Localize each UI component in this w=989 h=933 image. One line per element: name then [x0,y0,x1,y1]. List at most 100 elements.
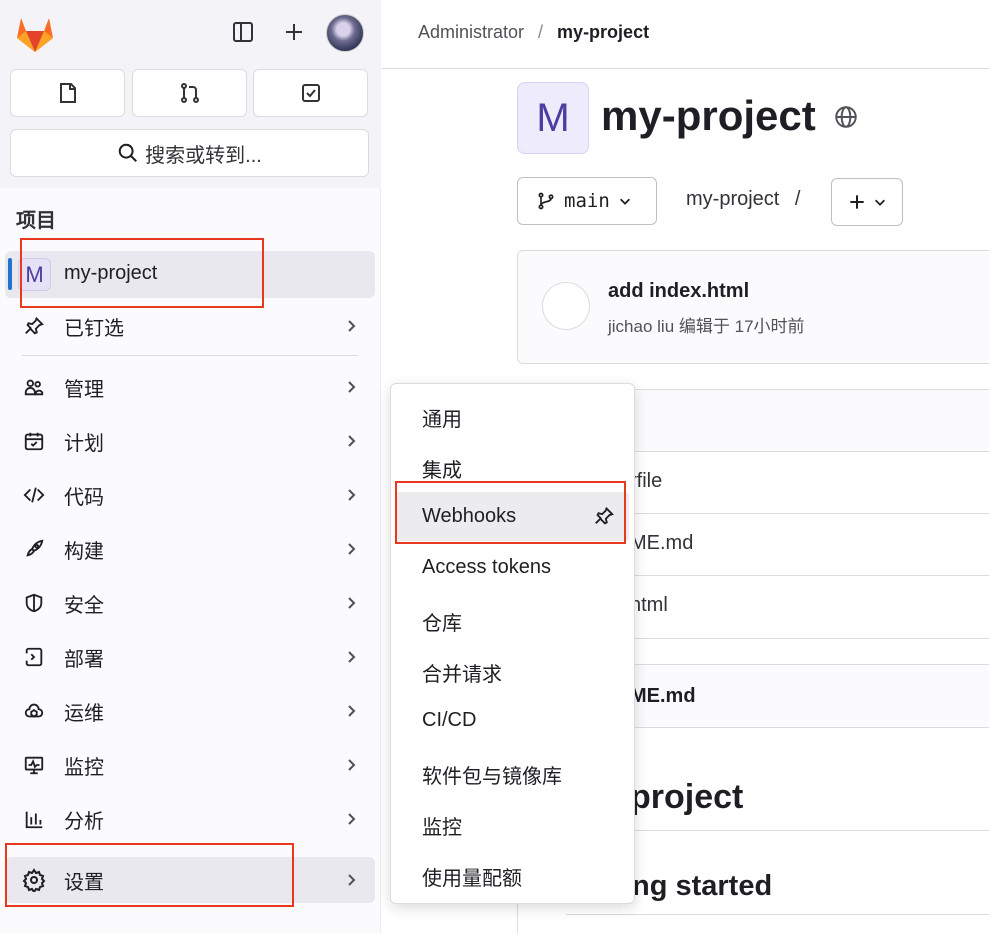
chevron-right-icon [348,813,356,825]
repo-path: my-project / [686,188,800,211]
highlight-box-settings [5,843,294,907]
sidebar-item-label: 安全 [64,594,104,617]
sidebar-item-label: 管理 [64,378,104,401]
breadcrumb-parent[interactable]: Administrator [418,22,524,42]
chevron-down-icon [875,199,885,206]
search-button[interactable]: 搜索或转到... [10,129,369,177]
sidebar: 搜索或转到... 项目 M my-project 已钉选 管理 计划 代码 构建… [0,0,381,933]
cloud-icon [21,698,47,724]
chevron-right-icon [348,597,356,609]
menu-item-ci-cd[interactable]: CI/CD [396,696,629,745]
menu-item-label: 通用 [422,409,462,431]
create-new-icon[interactable] [278,16,310,48]
sidebar-item-label: 运维 [64,702,104,725]
chevron-down-icon [619,198,630,205]
breadcrumb: Administrator / my-project [418,22,649,43]
commit-time: 编辑于 17小时前 [678,317,805,336]
sidebar-item-analyze[interactable]: 分析 [5,796,375,842]
gitlab-logo-icon[interactable] [14,14,56,54]
sidebar-item-operate[interactable]: 运维 [5,688,375,734]
menu-item-repository[interactable]: 仓库 [396,594,629,643]
file-name[interactable]: ME.md [630,532,693,555]
commit-title[interactable]: add index.html [608,280,749,303]
sidebar-item-label: 计划 [64,432,104,455]
menu-item-packages-registries[interactable]: 软件包与镜像库 [396,747,629,796]
menu-item-label: 使用量配额 [422,868,522,890]
header-divider [382,68,989,69]
sidebar-toggle-icon[interactable] [227,16,259,48]
breadcrumb-current[interactable]: my-project [557,22,649,42]
settings-flyout-menu: 通用 集成 Webhooks Access tokens 仓库 合并请求 CI/… [390,383,635,904]
chevron-right-icon [348,489,356,501]
todos-button[interactable] [253,69,368,117]
menu-item-access-tokens[interactable]: Access tokens [396,543,629,592]
sidebar-item-security[interactable]: 安全 [5,580,375,626]
sidebar-item-code[interactable]: 代码 [5,472,375,518]
breadcrumb-separator: / [538,22,544,42]
repo-path-name[interactable]: my-project [686,188,779,210]
issues-icon [59,83,76,103]
divider [22,355,358,356]
menu-item-label: 软件包与镜像库 [422,766,562,788]
divider [566,914,989,915]
commit-author[interactable]: jichao liu [608,317,674,336]
todo-check-icon [301,84,320,102]
chevron-right-icon [348,874,356,886]
menu-item-merge-requests[interactable]: 合并请求 [396,645,629,694]
merge-requests-button[interactable] [132,69,247,117]
search-icon [118,143,138,162]
active-marker [8,258,12,290]
plus-icon [850,195,864,209]
pin-icon [21,313,47,339]
monitor-icon [21,752,47,778]
sidebar-item-manage[interactable]: 管理 [5,364,375,410]
highlight-box-webhooks [395,481,626,544]
sidebar-item-deploy[interactable]: 部署 [5,634,375,680]
menu-item-label: CI/CD [422,709,477,731]
menu-item-label: 监控 [422,817,462,839]
menu-item-label: 仓库 [422,613,462,635]
chevron-right-icon [348,705,356,717]
menu-item-label: Access tokens [422,556,551,578]
sidebar-item-label: 分析 [64,810,104,833]
sidebar-item-label: 代码 [64,486,104,509]
rocket-icon [21,536,47,562]
add-file-dropdown[interactable] [831,178,903,226]
commit-author-avatar[interactable] [542,282,590,330]
chevron-right-icon [348,651,356,663]
page-title: my-project [601,92,816,139]
menu-item-label: 集成 [422,460,462,482]
issues-button[interactable] [10,69,125,117]
readme-filename[interactable]: ME.md [630,685,696,708]
sidebar-item-label: 监控 [64,756,104,779]
readme-heading-1: project [630,778,744,816]
section-title: 项目 [16,210,56,232]
chevron-right-icon [348,759,356,771]
readme-heading-2: ng started [632,870,773,902]
deploy-icon [21,644,47,670]
merge-request-icon [180,83,199,103]
menu-item-monitor[interactable]: 监控 [396,798,629,847]
sidebar-item-plan[interactable]: 计划 [5,418,375,464]
shield-icon [21,590,47,616]
sidebar-item-monitor[interactable]: 监控 [5,742,375,788]
highlight-box-project [20,238,264,308]
chevron-right-icon [348,435,356,447]
menu-item-general[interactable]: 通用 [396,390,629,439]
sidebar-item-label: 构建 [64,540,104,563]
repo-path-separator: / [794,188,801,210]
calendar-icon [21,428,47,454]
sidebar-item-label: 已钉选 [64,317,124,340]
sidebar-item-pinned[interactable]: 已钉选 [5,303,375,349]
menu-item-usage-quotas[interactable]: 使用量配额 [396,849,629,898]
globe-icon [833,104,859,130]
file-name[interactable]: html [630,594,668,617]
user-avatar[interactable] [326,14,364,52]
commit-meta: jichao liu 编辑于 17小时前 [608,312,805,337]
branch-selector[interactable]: main [517,177,657,225]
search-label: 搜索或转到... [145,144,262,167]
chevron-right-icon [348,381,356,393]
project-avatar-large: M [517,82,589,154]
sidebar-item-build[interactable]: 构建 [5,526,375,572]
code-icon [21,482,47,508]
